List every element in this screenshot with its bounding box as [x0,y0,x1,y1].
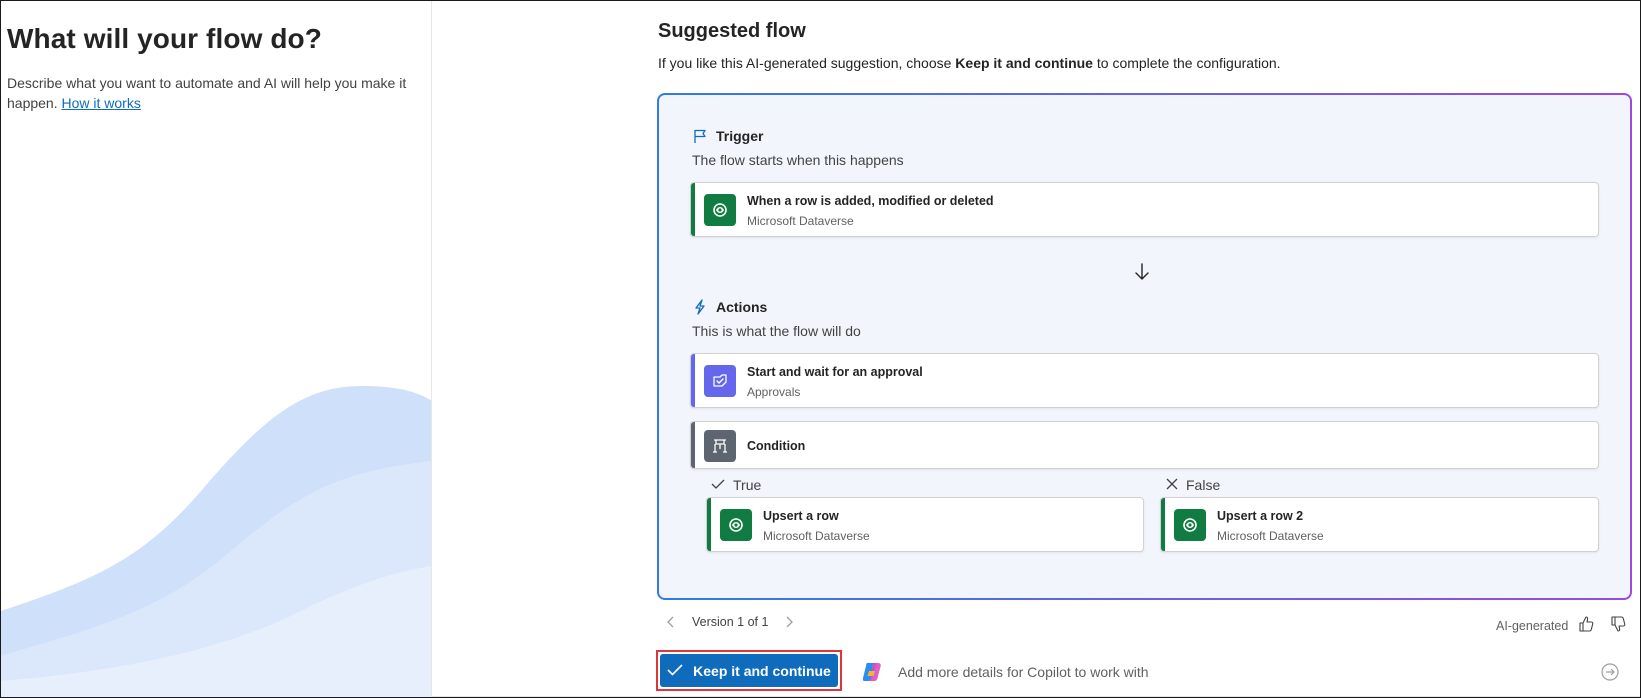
card-accent-bar [691,422,695,468]
suggested-flow-intro: If you like this AI-generated suggestion… [658,55,1281,71]
copilot-input[interactable] [898,664,1558,680]
actions-heading-label: Actions [716,299,768,315]
card-accent-bar [1161,498,1165,551]
card-title: Upsert a row 2 [1217,509,1304,523]
true-label: True [733,477,762,493]
trigger-subtitle: The flow starts when this happens [692,152,904,168]
false-label: False [1186,477,1221,493]
keep-it-and-continue-button[interactable]: Keep it and continue [660,654,838,687]
true-branch-card[interactable]: Upsert a row Microsoft Dataverse [706,497,1144,552]
copilot-icon [862,663,881,681]
lightning-icon [692,299,708,315]
chevron-right-icon[interactable] [782,615,796,629]
card-title: Condition [747,439,806,453]
checkmark-icon [667,663,683,679]
card-title: When a row is added, modified or deleted [747,194,994,208]
true-branch-label: True [711,477,761,493]
trigger-heading-label: Trigger [716,128,764,144]
page-title: What will your flow do? [7,23,322,54]
keep-button-label: Keep it and continue [693,662,831,679]
approval-action-card[interactable]: Start and wait for an approval Approvals [690,353,1599,408]
trigger-card[interactable]: When a row is added, modified or deleted… [690,182,1599,237]
card-title: Start and wait for an approval [747,365,923,379]
flag-icon [692,128,708,144]
condition-action-card[interactable]: Condition [690,421,1599,469]
card-title: Upsert a row [763,509,839,523]
thumbs-down-icon[interactable] [1608,614,1628,634]
bottom-divider [432,696,1640,697]
send-icon[interactable] [1600,662,1620,682]
dataverse-icon [1174,509,1206,541]
copilot-prompt-bar [860,656,1632,688]
checkmark-icon [711,477,725,493]
suggested-flow-title: Suggested flow [658,20,806,42]
dataverse-icon [704,194,736,226]
card-accent-bar [691,183,695,236]
card-connector: Microsoft Dataverse [1217,529,1324,543]
chevron-left-icon[interactable] [664,615,678,629]
arrow-down-icon [1133,262,1151,287]
intro-text-bold: Keep it and continue [955,55,1093,71]
intro-text-end: to complete the configuration. [1092,55,1281,71]
actions-subtitle: This is what the flow will do [692,323,861,339]
false-branch-label: False [1166,477,1220,493]
card-accent-bar [707,498,711,551]
intro-text-start: If you like this AI-generated suggestion… [658,55,956,71]
false-branch-card[interactable]: Upsert a row 2 Microsoft Dataverse [1160,497,1599,552]
version-navigator: Version 1 of 1 [664,615,796,629]
how-it-works-link[interactable]: How it works [62,95,141,111]
condition-icon [704,430,736,462]
ai-generated-label: AI-generated [1496,619,1569,633]
thumbs-up-icon[interactable] [1576,614,1596,634]
version-label: Version 1 of 1 [692,615,769,629]
actions-heading: Actions [692,299,767,315]
card-connector: Approvals [747,385,801,399]
trigger-heading: Trigger [692,128,763,144]
card-connector: Microsoft Dataverse [763,529,870,543]
decorative-wave [1,386,431,697]
card-accent-bar [691,354,695,407]
keep-button-highlight: Keep it and continue [656,650,842,691]
approval-icon [704,365,736,397]
page-description: Describe what you want to automate and A… [7,73,407,113]
dismiss-icon [1166,477,1178,493]
left-panel: What will your flow do? Describe what yo… [1,1,432,697]
dataverse-icon [720,509,752,541]
card-connector: Microsoft Dataverse [747,214,854,228]
